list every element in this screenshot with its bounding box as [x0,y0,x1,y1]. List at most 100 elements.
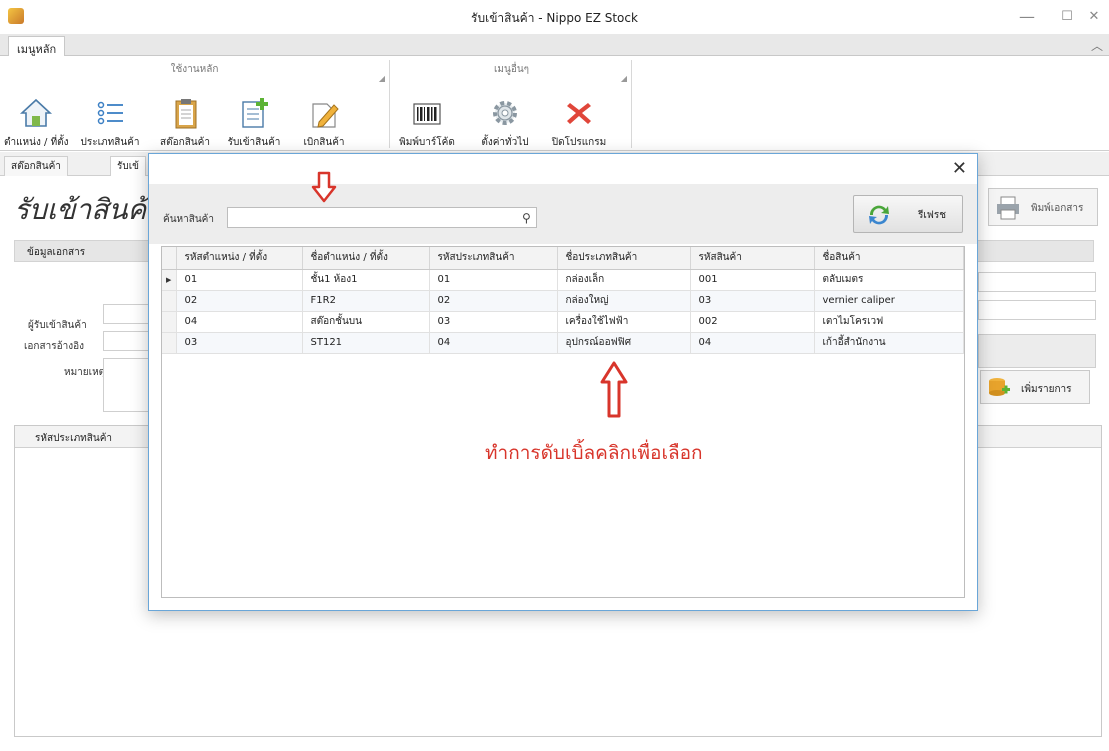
add-item-button[interactable]: เพิ่มรายการ [980,370,1090,404]
table-cell[interactable]: ชั้น1 ห้อง1 [302,269,430,291]
table-cell[interactable]: เก้าอี้สำนักงาน [814,332,964,354]
row-header [162,311,177,333]
group-launcher-icon[interactable]: ◢ [621,74,627,83]
right-field-1[interactable] [978,272,1096,292]
dialog-close-button[interactable]: ✕ [952,158,967,179]
button-label: รับเข้าสินค้า [227,137,281,148]
ribbon-group-title: ใช้งานหลัก [170,64,219,75]
button-label: ตั้งค่าทั่วไป [481,137,529,148]
title-bar: รับเข้าสินค้า - Nippo EZ Stock — ☐ ✕ [0,0,1109,34]
right-panel [978,334,1096,368]
table-cell[interactable]: เตาไมโครเวฟ [814,311,964,333]
print-barcode-button[interactable]: พิมพ์บาร์โค้ด [394,96,460,150]
table-row[interactable]: ▶ 01 ชั้น1 ห้อง1 01 กล่องเล็ก 001 ตลับเม… [162,269,964,291]
chevron-up-icon[interactable]: ︿ [1091,37,1103,54]
home-icon [19,98,53,127]
table-cell[interactable]: ST121 [302,332,430,354]
row-header [162,290,177,312]
receive-stock-button[interactable]: รับเข้าสินค้า [220,96,288,150]
table-cell[interactable]: vernier caliper [814,290,964,312]
settings-button[interactable]: ตั้งค่าทั่วไป [472,96,538,150]
table-cell[interactable]: 03 [690,290,815,312]
tab-receive[interactable]: รับเข้ [110,156,146,176]
button-label: เพิ่มรายการ [1021,384,1072,395]
table-row[interactable]: 03 ST121 04 อุปกรณ์ออฟฟิศ 04 เก้าอี้สำนั… [162,332,964,354]
table-cell[interactable]: เครื่องใช้ไฟฟ้า [557,311,691,333]
table-cell[interactable]: 01 [176,269,303,291]
document-add-icon [242,98,268,128]
close-x-icon [567,103,591,124]
button-label: ปิดโปรแกรม [551,137,607,148]
note-input[interactable] [103,358,153,412]
receiver-label: ผู้รับเข้าสินค้า [28,320,87,331]
column-header[interactable]: ชื่อประเภทสินค้า [557,247,691,270]
refresh-icon [869,205,889,225]
right-field-2[interactable] [978,300,1096,320]
table-cell[interactable]: 01 [429,269,558,291]
tab-stock[interactable]: สต๊อกสินค้า [4,156,68,176]
ribbon-tab-strip: เมนูหลัก ︿ [0,34,1109,57]
ribbon: ใช้งานหลัก ◢ ตำแหน่ง / ที่ตั้ง ประเภทสิน… [0,56,1109,151]
down-arrow-annotation-icon [311,171,337,203]
table-cell[interactable]: ตลับเมตร [814,269,964,291]
location-button[interactable]: ตำแหน่ง / ที่ตั้ง [4,96,69,150]
column-header[interactable]: รหัสประเภทสินค้า [429,247,558,270]
stock-button[interactable]: สต๊อกสินค้า [152,96,218,150]
product-type-button[interactable]: ประเภทสินค้า [72,96,148,150]
button-label: สต๊อกสินค้า [160,137,210,148]
table-cell[interactable]: 04 [429,332,558,354]
table-row[interactable]: 04 สต๊อกชั้นบน 03 เครื่องใช้ไฟฟ้า 002 เต… [162,311,964,333]
dialog-title-bar: ✕ [149,154,977,184]
table-cell[interactable]: F1R2 [302,290,430,312]
search-icon[interactable]: ⚲ [522,211,531,225]
minimize-button[interactable]: — [1007,4,1047,30]
table-cell[interactable]: สต๊อกชั้นบน [302,311,430,333]
withdraw-stock-button[interactable]: เบิกสินค้า [292,96,356,150]
button-label: ตำแหน่ง / ที่ตั้ง [4,137,69,148]
group-launcher-icon[interactable]: ◢ [379,74,385,83]
table-cell[interactable]: 02 [176,290,303,312]
up-arrow-annotation-icon [600,361,628,418]
table-cell[interactable]: กล่องเล็ก [557,269,691,291]
search-input[interactable] [227,207,537,228]
gear-icon [493,101,517,125]
column-header[interactable]: รหัสตำแหน่ง / ที่ตั้ง [176,247,303,270]
column-header[interactable]: ชื่อตำแหน่ง / ที่ตั้ง [302,247,430,270]
window-title: รับเข้าสินค้า - Nippo EZ Stock [471,11,638,25]
column-header[interactable]: รหัสสินค้า [690,247,815,270]
button-label: พิมพ์บาร์โค้ด [399,137,455,148]
table-cell[interactable]: 001 [690,269,815,291]
database-add-icon [989,378,1010,396]
search-label: ค้นหาสินค้า [163,214,214,225]
table-cell[interactable]: 02 [429,290,558,312]
reference-input[interactable] [103,331,153,351]
exit-program-button[interactable]: ปิดโปรแกรม [544,96,614,150]
product-picker-dialog: ✕ ค้นหาสินค้า ⚲ รีเฟรช รหัสตำแหน่ง / ที่… [148,153,978,611]
ribbon-group-title: เมนูอื่นๆ [493,64,530,75]
column-header[interactable]: ชื่อสินค้า [814,247,964,270]
clipboard-icon [175,99,197,129]
note-label: หมายเหตุ [64,367,106,378]
refresh-button[interactable]: รีเฟรช [853,195,963,233]
table-cell[interactable]: 03 [429,311,558,333]
close-window-button[interactable]: ✕ [1080,4,1108,30]
product-grid: รหัสตำแหน่ง / ที่ตั้ง ชื่อตำแหน่ง / ที่ต… [161,246,965,598]
ribbon-tab-main[interactable]: เมนูหลัก [8,36,66,57]
current-row-indicator-icon: ▶ [162,269,177,291]
table-row[interactable]: 02 F1R2 02 กล่องใหญ่ 03 vernier caliper [162,290,964,312]
ribbon-group-other: เมนูอื่นๆ ◢ พิมพ์บาร์โค้ด ตั้งค่าทั่วไป … [392,60,632,148]
receiver-input[interactable] [103,304,153,324]
printer-icon [997,196,1019,220]
print-document-button[interactable]: พิมพ์เอกสาร [988,188,1098,226]
table-cell[interactable]: 04 [176,311,303,333]
table-cell[interactable]: กล่องใหญ่ [557,290,691,312]
table-cell[interactable]: 002 [690,311,815,333]
refresh-label: รีเฟรช [918,210,947,221]
table-cell[interactable]: อุปกรณ์ออฟฟิศ [557,332,691,354]
dialog-toolbar: ค้นหาสินค้า ⚲ รีเฟรช [149,184,977,244]
ribbon-group-main: ใช้งานหลัก ◢ ตำแหน่ง / ที่ตั้ง ประเภทสิน… [0,60,390,148]
table-cell[interactable]: 03 [176,332,303,354]
row-header [162,332,177,354]
barcode-icon [413,103,441,125]
table-cell[interactable]: 04 [690,332,815,354]
